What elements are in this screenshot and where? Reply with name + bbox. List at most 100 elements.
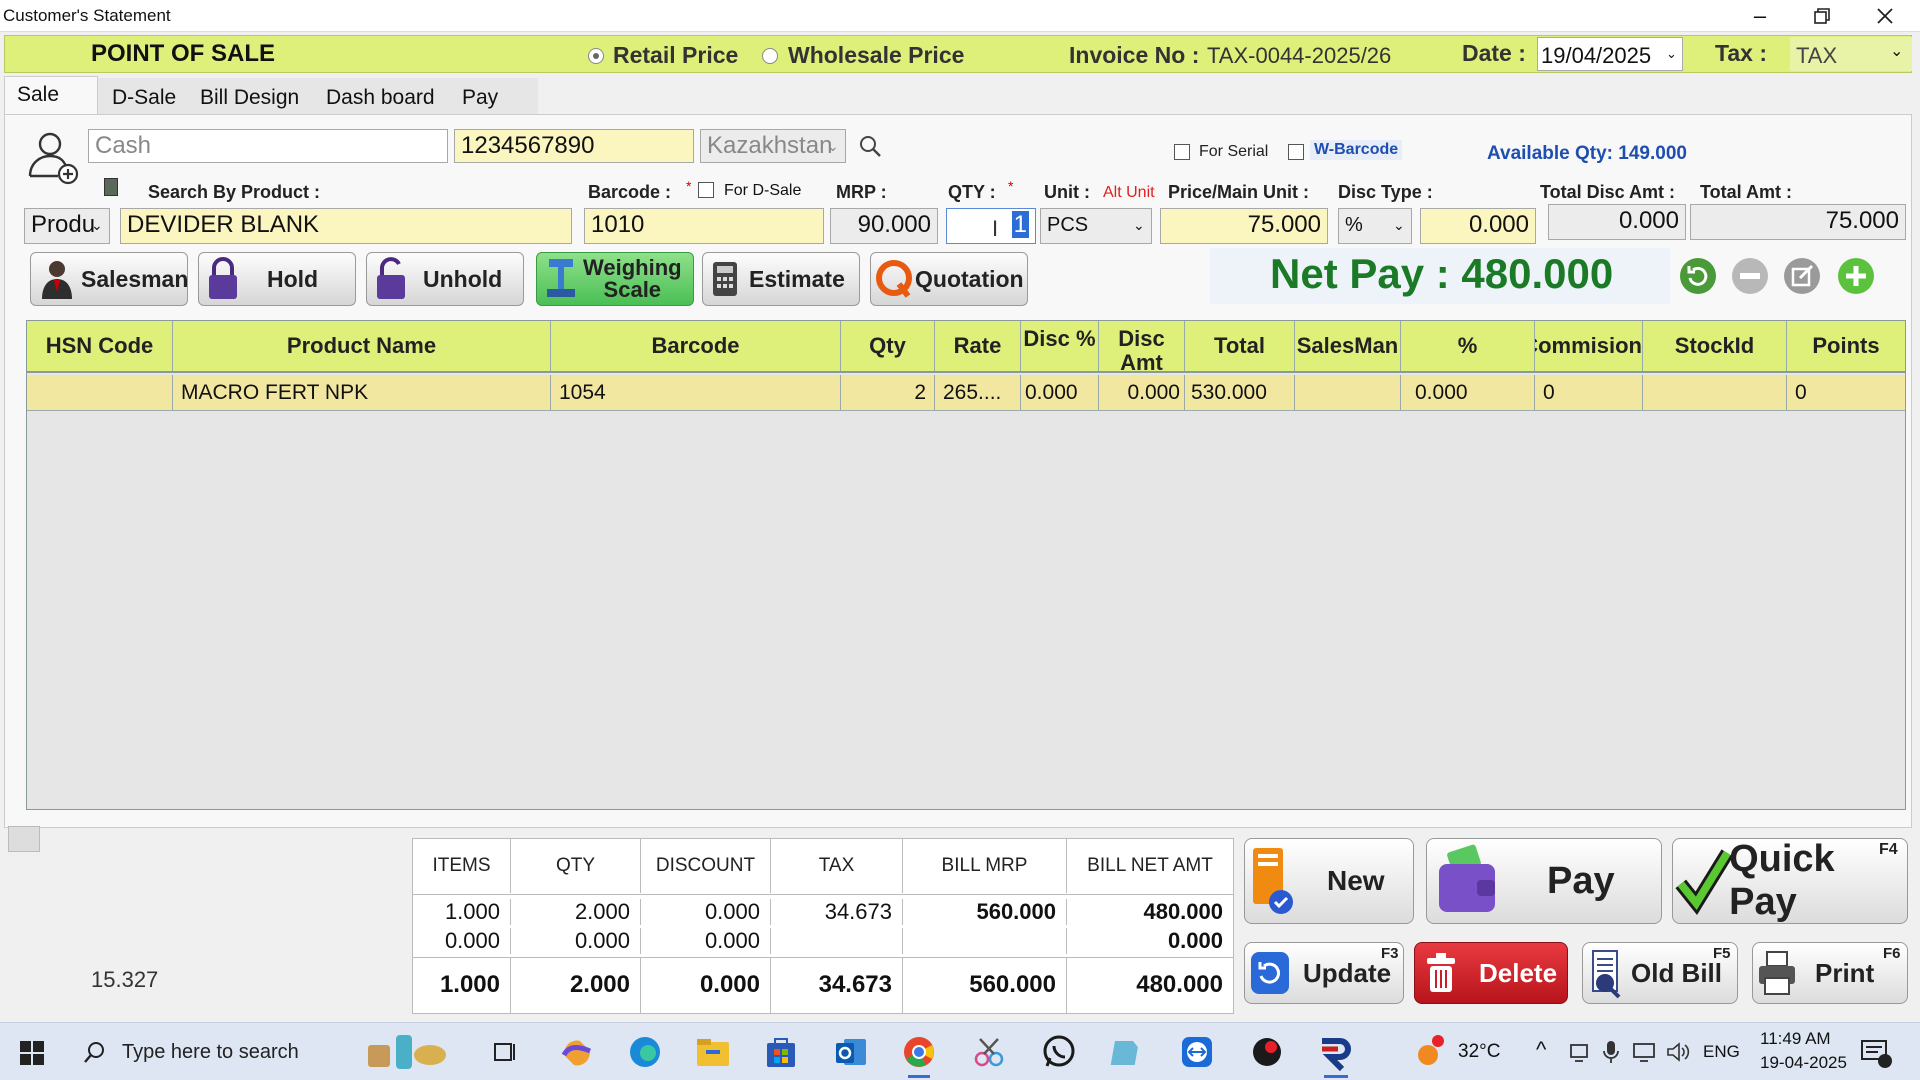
refresh-icon[interactable] [1678,256,1718,296]
network-icon[interactable] [1568,1041,1590,1063]
cell-total: 530.000 [1185,375,1295,411]
volume-icon[interactable] [1666,1041,1690,1063]
tab-d-sale[interactable]: D-Sale [98,78,192,114]
search-mode-select[interactable]: Produ ⌄ [24,208,110,244]
taskbar: Type here to search 32°C ^ ENG 11:49 AM … [0,1022,1920,1080]
print-button-label: Print [1815,957,1875,988]
quick-pay-shortcut: F4 [1879,841,1898,858]
for-dsale-checkbox[interactable] [698,182,714,198]
remove-icon[interactable] [1730,256,1770,296]
windows-start-icon[interactable] [20,1041,44,1065]
old-bill-button[interactable]: Old Bill F5 [1582,942,1738,1004]
pos-app-icon[interactable] [1316,1033,1356,1078]
disc-value-field[interactable]: 0.000 [1420,208,1536,244]
clock-time[interactable]: 11:49 AM [1760,1029,1831,1049]
search-icon[interactable] [858,134,884,160]
tab-dashboard[interactable]: Dash board [316,78,452,114]
notification-icon[interactable] [1860,1037,1892,1069]
weighing-scale-button[interactable]: Weighing Scale [536,252,694,306]
tab-sale-label: Sale [17,83,60,106]
whatsapp-icon[interactable] [1042,1035,1076,1069]
customer-phone-field[interactable]: 1234567890 [454,129,694,163]
retail-price-radio[interactable] [588,48,604,64]
product-value: DEVIDER BLANK [127,211,320,238]
qty-value: 1 [1011,211,1029,238]
store-icon[interactable] [764,1035,798,1069]
edge-icon[interactable] [628,1035,662,1069]
copilot-icon[interactable] [560,1035,594,1069]
add-customer-icon[interactable] [24,130,80,186]
col-total[interactable]: Total [1185,321,1295,371]
microphone-icon[interactable] [1602,1039,1620,1065]
for-serial-label: For Serial [1199,143,1269,160]
snipping-tool-icon[interactable] [972,1035,1006,1069]
col-stockid[interactable]: StockId [1643,321,1787,371]
add-icon[interactable] [1836,256,1876,296]
product-search-field[interactable]: DEVIDER BLANK [120,208,572,244]
update-button[interactable]: Update F3 [1244,942,1404,1004]
close-icon[interactable] [1873,4,1897,28]
col-points[interactable]: Points [1787,321,1905,371]
estimate-button[interactable]: Estimate [702,252,860,306]
edit-icon[interactable] [1782,256,1822,296]
tab-bill-design[interactable]: Bill Design [192,78,316,114]
unit-select[interactable]: PCS ⌄ [1040,208,1152,244]
print-button[interactable]: Print F6 [1752,942,1908,1004]
lock-icon [209,257,237,299]
customer-name-field[interactable]: Cash [88,129,448,163]
sum-r1-qty: 2.000 [511,899,641,925]
for-serial-checkbox[interactable] [1174,144,1190,160]
country-select[interactable]: Kazakhstan ⌄ [700,129,846,163]
total-amt-value: 75.000 [1825,207,1899,234]
wholesale-price-radio[interactable] [762,48,778,64]
new-button[interactable]: New [1244,838,1414,924]
chevron-up-icon[interactable]: ^ [1536,1037,1546,1063]
unhold-button[interactable]: Unhold [366,252,524,306]
file-explorer-icon[interactable] [696,1036,730,1068]
w-barcode-checkbox[interactable] [1288,144,1304,160]
col-disc-amt[interactable]: Disc Amt [1099,321,1185,371]
col-hsn-code[interactable]: HSN Code [27,321,173,371]
hold-button[interactable]: Hold [198,252,356,306]
teamviewer-icon[interactable] [1180,1035,1214,1069]
pay-button[interactable]: Pay [1426,838,1662,924]
barcode-field[interactable]: 1010 [584,208,824,244]
price-field[interactable]: 75.000 [1160,208,1328,244]
trash-icon [1427,953,1455,992]
language[interactable]: ENG [1703,1042,1740,1062]
disc-type-select[interactable]: % ⌄ [1338,208,1412,244]
unlock-icon [377,257,405,299]
recorder-icon[interactable] [1250,1035,1284,1069]
col-salesman[interactable]: SalesMan [1295,321,1401,371]
sum-r1-tax: 34.673 [771,899,903,925]
table-row[interactable]: MACRO FERT NPK 1054 2 265.... 0.000 0.00… [27,375,1905,411]
col-pct[interactable]: % [1401,321,1535,371]
salesman-button[interactable]: Salesman [30,252,188,306]
chrome-icon[interactable] [902,1035,936,1078]
col-barcode[interactable]: Barcode [551,321,841,371]
tab-sale[interactable]: Sale [4,76,98,116]
delete-button[interactable]: Delete [1414,942,1568,1004]
clock-date[interactable]: 19-04-2025 [1760,1053,1847,1073]
col-rate[interactable]: Rate [935,321,1021,371]
task-view-icon[interactable] [492,1039,518,1065]
tab-pay[interactable]: Pay [452,78,538,114]
col-commission[interactable]: Commision [1535,321,1643,371]
outlook-icon[interactable] [834,1035,868,1069]
col-disc-pct[interactable]: Disc % [1021,321,1099,371]
sum-r1-net: 480.000 [1143,899,1223,924]
qty-field[interactable]: 1 [946,208,1036,244]
minimize-icon[interactable]: – [1748,4,1772,28]
total-disc-field: 0.000 [1548,204,1686,240]
display-icon[interactable] [1632,1041,1656,1063]
quick-pay-button[interactable]: Quick Pay F4 [1672,838,1908,924]
cell-disc-amt: 0.000 [1099,375,1185,411]
col-qty[interactable]: Qty [841,321,935,371]
notepad-icon[interactable] [1110,1035,1144,1069]
date-picker[interactable]: 19/04/2025 ⌄ [1537,37,1683,71]
quotation-button[interactable]: Quotation [870,252,1028,306]
tax-select[interactable]: TAX ⌄ [1790,37,1912,71]
restore-icon[interactable] [1810,4,1834,28]
sum-head-bill-net-amt: BILL NET AMT [1087,855,1213,876]
col-product-name[interactable]: Product Name [173,321,551,371]
